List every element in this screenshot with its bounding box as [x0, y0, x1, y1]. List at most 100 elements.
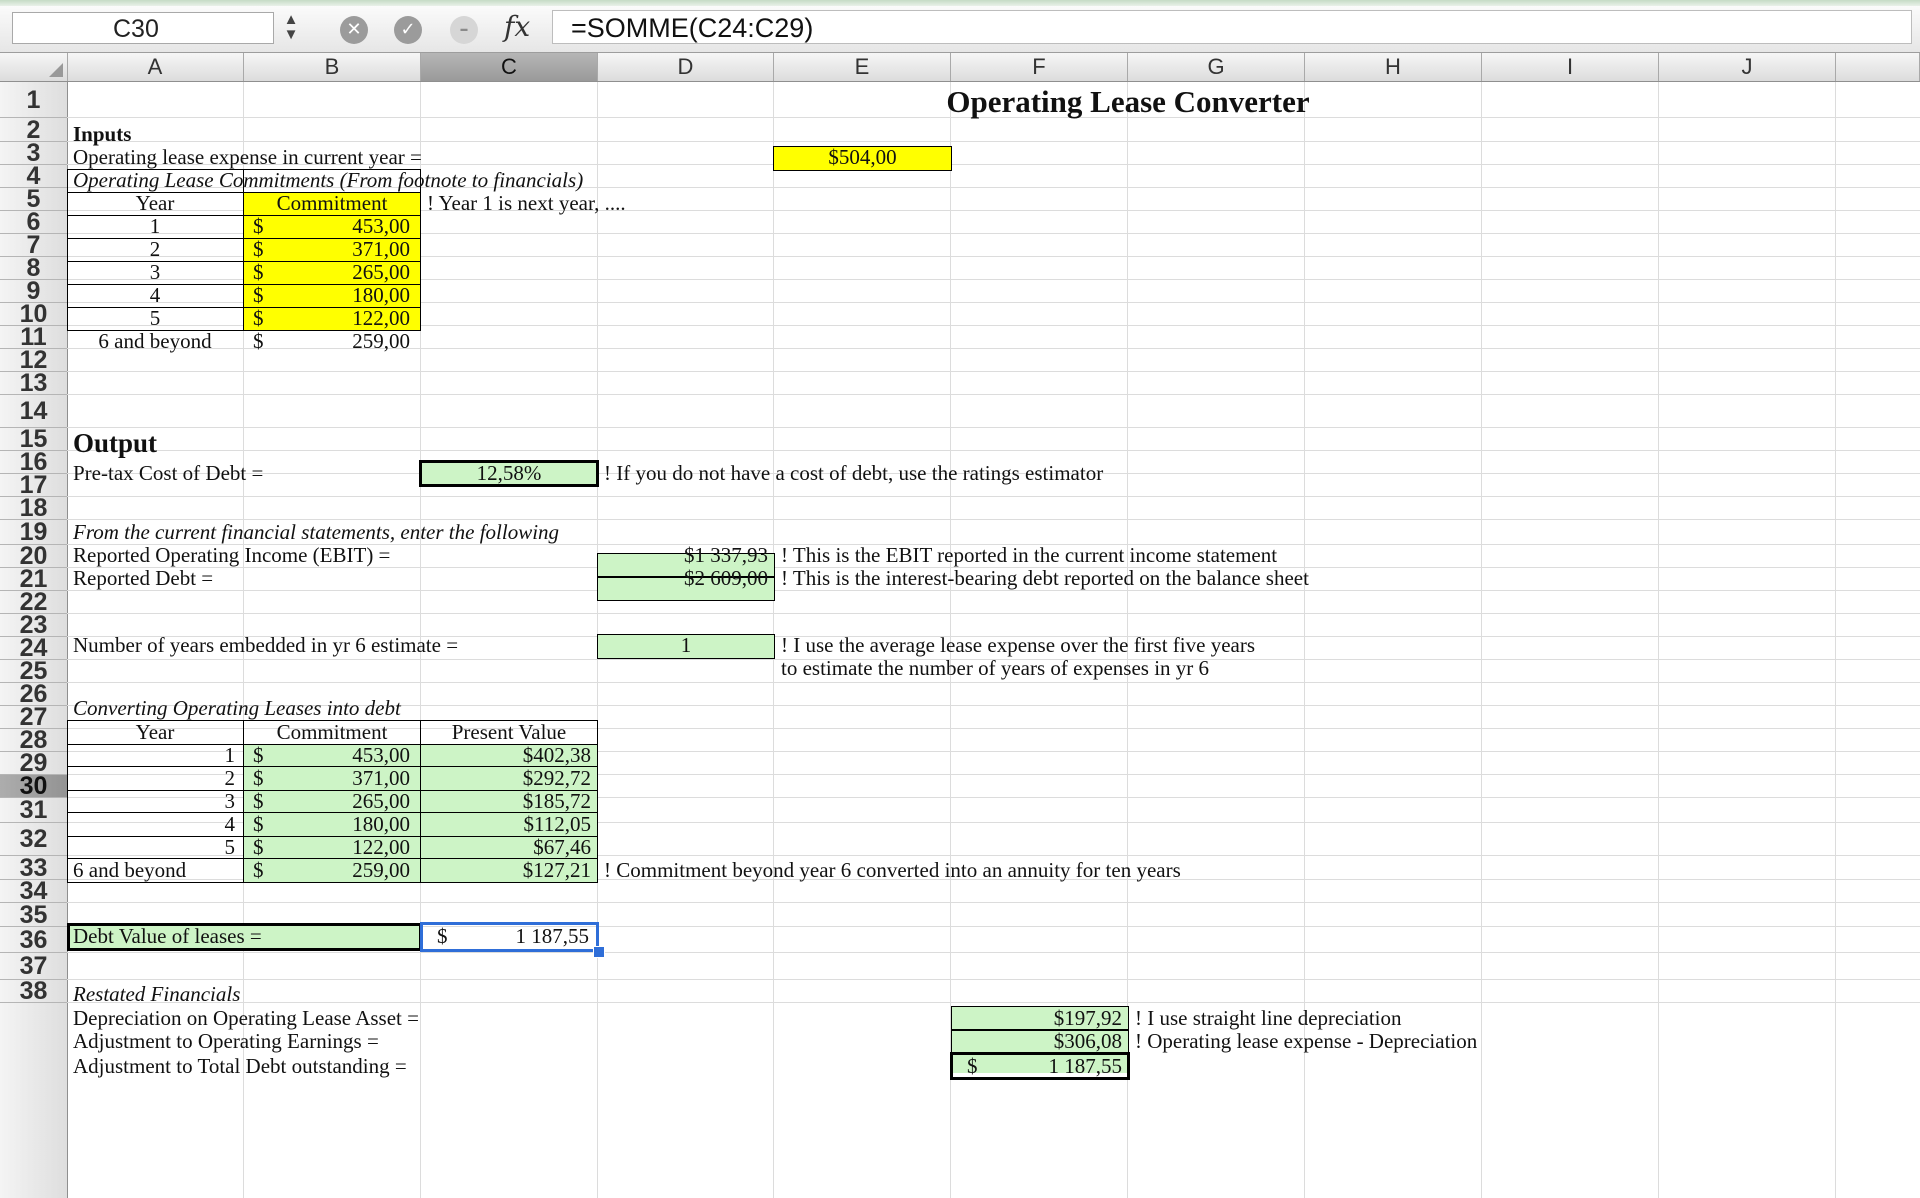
cancel-icon[interactable]: ✕ [340, 16, 368, 44]
inputs-label: Inputs [73, 122, 132, 146]
column-header-f[interactable]: F [951, 53, 1128, 81]
column-header-i[interactable]: I [1482, 53, 1659, 81]
row-header-31[interactable]: 31 [0, 798, 67, 823]
inputs-amount-cell[interactable]: 371,00 [243, 238, 410, 261]
conv-amount-cell[interactable]: 265,00 [243, 790, 410, 813]
years-label: Number of years embedded in yr 6 estimat… [73, 633, 459, 657]
row-header-14[interactable]: 14 [0, 395, 67, 428]
inputs-year-cell[interactable]: 6 and beyond [67, 330, 243, 353]
row-header-35[interactable]: 35 [0, 903, 67, 928]
depr-note: ! I use straight line depreciation [1135, 1006, 1402, 1030]
depr-value[interactable]: $197,92 [952, 1007, 1122, 1030]
conv-year-header: Year [135, 720, 175, 744]
current-fin-label: From the current financial statements, e… [73, 520, 560, 544]
sheet-title: Operating Lease Converter [946, 84, 1310, 119]
gray-circle-icon[interactable]: – [450, 16, 478, 44]
years-value[interactable]: 1 [598, 634, 774, 657]
row-header-30[interactable]: 30 [0, 774, 67, 799]
function-icon[interactable]: fx [504, 10, 530, 43]
name-box-stepper[interactable]: ▲ ▼ [276, 12, 306, 44]
conv-year-cell[interactable]: 5 [67, 836, 236, 859]
debt-note: ! This is the interest-bearing debt repo… [781, 566, 1309, 590]
name-box[interactable]: C30 [12, 12, 274, 44]
inputs-year-cell[interactable]: 4 [67, 284, 243, 307]
row-gridline [67, 902, 1920, 903]
column-header-partial[interactable] [1836, 53, 1920, 81]
conv-commitment-header: Commitment [276, 720, 388, 744]
conv-pv-cell[interactable]: $292,72 [421, 767, 591, 790]
depr-label: Depreciation on Operating Lease Asset = [73, 1006, 419, 1030]
inputs-commitment-header: Commitment [276, 191, 388, 215]
row-header-18[interactable]: 18 [0, 496, 67, 521]
conv-pv-cell[interactable]: $112,05 [421, 813, 591, 836]
confirm-icon[interactable]: ✓ [394, 16, 422, 44]
debt-value[interactable]: $2 609,00 [598, 567, 768, 590]
fill-handle[interactable] [593, 946, 605, 958]
conv-year-cell[interactable]: 2 [67, 767, 236, 790]
row-gridline [67, 1002, 1920, 1003]
pretax-value[interactable]: 12,58% [421, 462, 597, 485]
inputs-amount-cell[interactable]: 453,00 [243, 215, 410, 238]
inputs-amount-cell[interactable]: 122,00 [243, 307, 410, 330]
op-lease-label: Operating lease expense in current year … [73, 145, 422, 169]
row-header-32[interactable]: 32 [0, 823, 67, 856]
inputs-year-cell[interactable]: 3 [67, 261, 243, 284]
row-header-34[interactable]: 34 [0, 879, 67, 904]
row-header-1[interactable]: 1 [0, 82, 67, 118]
conv-pv-cell[interactable]: $185,72 [421, 790, 591, 813]
column-header-j[interactable]: J [1659, 53, 1836, 81]
column-header-b[interactable]: B [244, 53, 421, 81]
row-header-13[interactable]: 13 [0, 371, 67, 396]
row-gridline [67, 590, 1920, 591]
conv-year-cell[interactable]: 4 [67, 813, 236, 836]
inputs-amount-cell[interactable]: 265,00 [243, 261, 410, 284]
ebit-value[interactable]: $1 337,93 [598, 544, 768, 567]
adj-debt-amount[interactable]: 1 187,55 [952, 1054, 1123, 1079]
row-header-37[interactable]: 37 [0, 953, 67, 980]
conv-amount-cell[interactable]: 259,00 [243, 859, 410, 882]
conv-pv-cell[interactable]: $402,38 [421, 744, 591, 767]
output-label: Output [73, 428, 158, 458]
row-gridline [67, 979, 1920, 980]
inputs-year-cell[interactable]: 2 [67, 238, 243, 261]
pretax-label: Pre-tax Cost of Debt = [73, 461, 264, 485]
conv-year-cell[interactable]: 3 [67, 790, 236, 813]
select-all-corner[interactable] [0, 53, 68, 81]
conv-year-cell[interactable]: 6 and beyond [73, 859, 186, 882]
chevron-up-icon[interactable]: ▲ [276, 12, 306, 27]
inputs-year-cell[interactable]: 5 [67, 307, 243, 330]
chevron-down-icon[interactable]: ▼ [276, 27, 306, 42]
row-header-36[interactable]: 36 [0, 927, 67, 953]
row-gridline [67, 141, 1920, 142]
row-gridline [67, 427, 1920, 428]
conv-year-cell[interactable]: 1 [67, 744, 236, 767]
row-gridline [67, 682, 1920, 683]
conv-amount-cell[interactable]: 371,00 [243, 767, 410, 790]
adj-earn-note: ! Operating lease expense - Depreciation [1135, 1029, 1478, 1053]
row-gridline [67, 613, 1920, 614]
row-header-38[interactable]: 38 [0, 979, 67, 1004]
inputs-amount-cell[interactable]: 259,00 [243, 330, 410, 353]
column-header-d[interactable]: D [598, 53, 774, 81]
conv-amount-cell[interactable]: 453,00 [243, 744, 410, 767]
conv-amount-cell[interactable]: 180,00 [243, 813, 410, 836]
conv-pv-cell[interactable]: $67,46 [421, 836, 591, 859]
cell-grid[interactable]: Operating Lease Converter Inputs Operati… [67, 82, 1920, 1198]
column-header-g[interactable]: G [1128, 53, 1305, 81]
column-header-c[interactable]: C [421, 53, 598, 81]
formula-input[interactable]: =SOMME(C24:C29) [552, 10, 1912, 44]
active-cell-selection[interactable] [420, 922, 599, 952]
years-note-2: to estimate the number of years of expen… [781, 656, 1210, 680]
year1-note: ! Year 1 is next year, .... [427, 191, 626, 215]
op-lease-value[interactable]: $504,00 [774, 146, 951, 169]
column-header-e[interactable]: E [774, 53, 951, 81]
column-header-h[interactable]: H [1305, 53, 1482, 81]
inputs-year-cell[interactable]: 1 [67, 215, 243, 238]
conv-amount-cell[interactable]: 122,00 [243, 836, 410, 859]
pretax-note: ! If you do not have a cost of debt, use… [604, 461, 1104, 485]
conv-pv-cell[interactable]: $127,21 [421, 859, 591, 882]
inputs-amount-cell[interactable]: 180,00 [243, 284, 410, 307]
adj-earn-value[interactable]: $306,08 [952, 1030, 1122, 1053]
ebit-note: ! This is the EBIT reported in the curre… [781, 543, 1278, 567]
column-header-a[interactable]: A [67, 53, 244, 81]
